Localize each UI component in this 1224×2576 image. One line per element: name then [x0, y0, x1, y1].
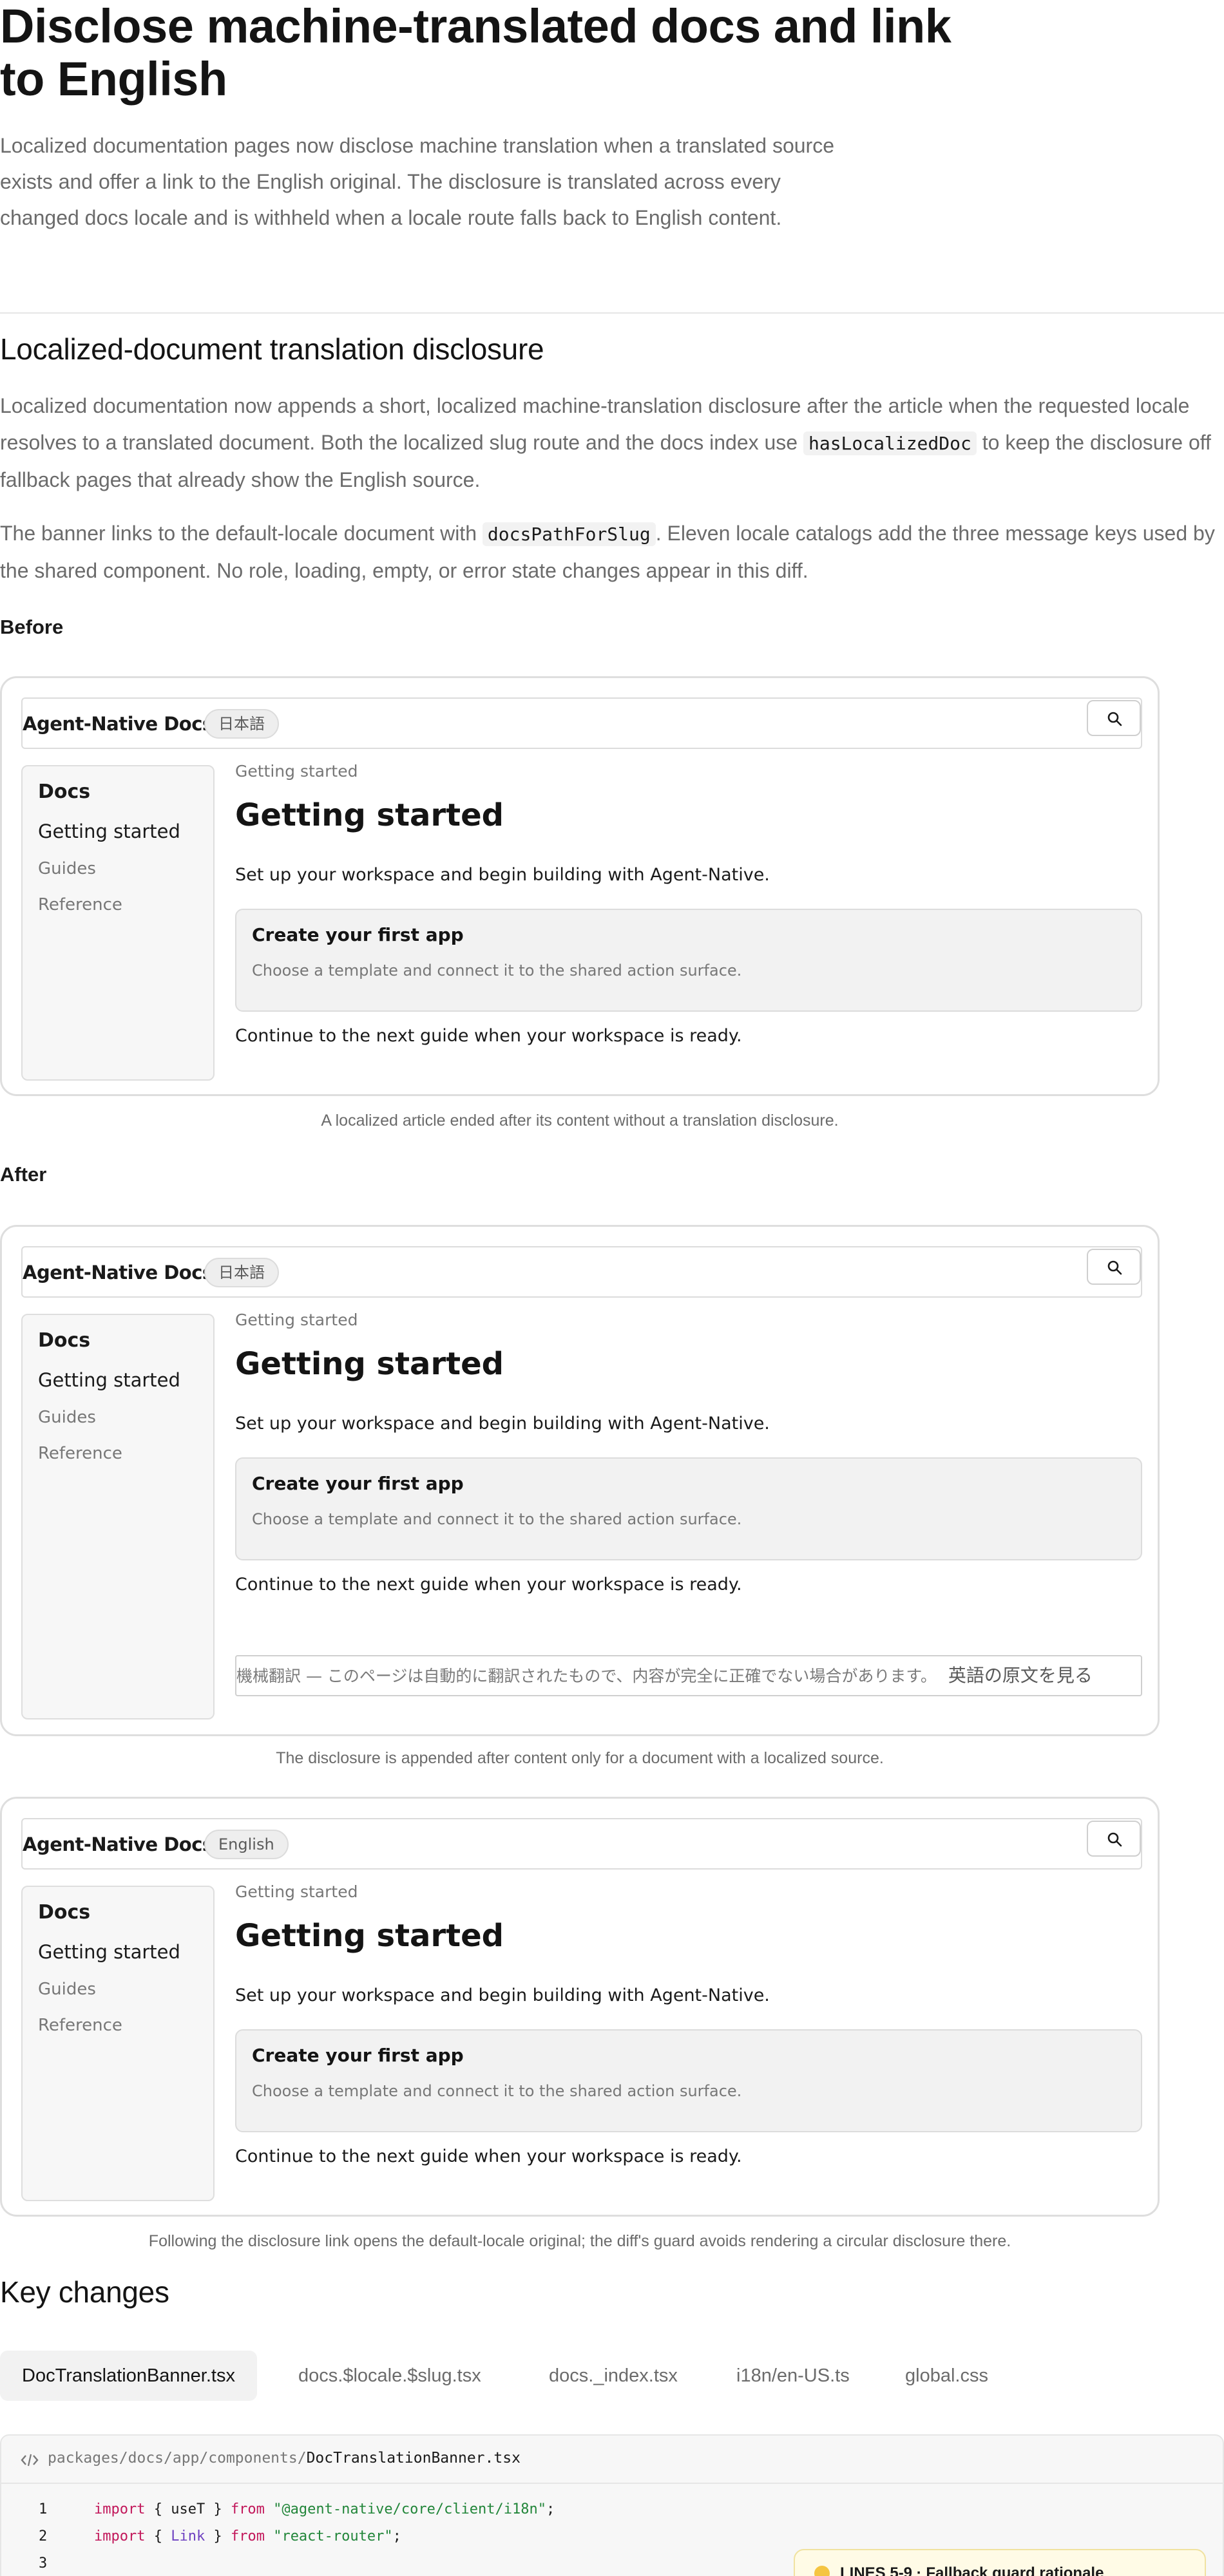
mockup-sidebar: Docs Getting started Guides Reference: [21, 1314, 215, 1719]
doc-title: Getting started: [235, 1346, 504, 1382]
mockup-after-localized: Agent-Native Docs 日本語 Docs Getting start…: [0, 1225, 1160, 1736]
code-source: import { useT } from "@agent-native/core…: [94, 2501, 555, 2517]
caption-after-localized: The disclosure is appended after content…: [276, 1749, 884, 1767]
disclosure-text: 機械翻訳 — このページは自動的に翻訳されたもので、内容が完全に正確でない場合が…: [236, 1667, 937, 1685]
mockup-sidebar: Docs Getting started Guides Reference: [21, 765, 215, 1081]
after-label: After: [0, 1163, 47, 1186]
divider: [0, 312, 1224, 314]
breadcrumb[interactable]: Getting started: [235, 1882, 358, 1901]
language-pill[interactable]: 日本語: [204, 1258, 279, 1287]
search-icon: [1107, 1832, 1122, 1847]
mockup-topbar: Agent-Native Docs 日本語: [21, 697, 1142, 749]
search-icon: [1107, 1260, 1122, 1275]
sidebar-item-guides[interactable]: Guides: [38, 1980, 96, 1999]
doc-title: Getting started: [235, 797, 504, 833]
inline-code-docs-path-for-slug: docsPathForSlug: [482, 522, 656, 546]
card-description: Choose a template and connect it to the …: [252, 1510, 742, 1528]
search-button[interactable]: [1087, 1821, 1141, 1857]
disclosure-english-link[interactable]: 英語の原文を見る: [948, 1665, 1093, 1686]
doc-intro: Set up your workspace and begin building…: [235, 1985, 770, 2005]
mockup-before: Agent-Native Docs 日本語 Docs Getting start…: [0, 676, 1160, 1096]
code-icon: [21, 2454, 39, 2467]
key-changes-heading: Key changes: [0, 2275, 169, 2309]
page-lede: Localized documentation pages now disclo…: [0, 134, 834, 229]
page-title: Disclose machine-translated docs and lin…: [0, 0, 951, 106]
mockup-topbar: Agent-Native Docs English: [21, 1818, 1142, 1870]
sidebar-item-reference[interactable]: Reference: [38, 2016, 122, 2035]
warning-dot-icon: [814, 2566, 830, 2576]
section-paragraph-1: Localized documentation now appends a sh…: [0, 394, 1211, 491]
doc-next: Continue to the next guide when your wor…: [235, 1026, 742, 1046]
card-title: Create your first app: [252, 2045, 464, 2066]
code-line: 1 import { useT } from "@agent-native/co…: [1, 2496, 1223, 2523]
mockup-after-english: Agent-Native Docs English Docs Getting s…: [0, 1797, 1160, 2217]
sidebar-heading: Docs: [38, 1901, 91, 1924]
doc-next: Continue to the next guide when your wor…: [235, 1575, 742, 1595]
before-label: Before: [0, 616, 64, 638]
sidebar-item-guides[interactable]: Guides: [38, 859, 96, 878]
sidebar-heading: Docs: [38, 1329, 91, 1352]
doc-next: Continue to the next guide when your wor…: [235, 2146, 742, 2166]
breadcrumb[interactable]: Getting started: [235, 1311, 358, 1329]
tab-doc-translation-banner[interactable]: DocTranslationBanner.tsx: [0, 2351, 257, 2401]
card-title: Create your first app: [252, 1473, 464, 1494]
sidebar-item-guides[interactable]: Guides: [38, 1408, 96, 1427]
doc-card[interactable]: Create your first app Choose a template …: [235, 909, 1142, 1012]
tab-global-css[interactable]: global.css: [905, 2351, 988, 2401]
card-description: Choose a template and connect it to the …: [252, 2082, 742, 2100]
sidebar-heading: Docs: [38, 781, 91, 803]
search-icon: [1107, 712, 1122, 726]
line-number: 1: [39, 2501, 48, 2517]
card-description: Choose a template and connect it to the …: [252, 961, 742, 980]
file-path: packages/docs/app/components/DocTranslat…: [48, 2450, 521, 2467]
sidebar-item-getting-started[interactable]: Getting started: [38, 1941, 180, 1963]
card-title: Create your first app: [252, 924, 464, 945]
inline-code-has-localized-doc: hasLocalizedDoc: [803, 431, 977, 455]
tab-i18n-en-us[interactable]: i18n/en-US.ts: [736, 2351, 850, 2401]
search-button[interactable]: [1087, 700, 1141, 736]
code-source: import { Link } from "react-router";: [94, 2528, 401, 2544]
mockup-brand[interactable]: Agent-Native Docs: [23, 1262, 213, 1283]
mockup-topbar: Agent-Native Docs 日本語: [21, 1246, 1142, 1298]
sidebar-item-getting-started[interactable]: Getting started: [38, 1369, 180, 1391]
doc-card[interactable]: Create your first app Choose a template …: [235, 1457, 1142, 1560]
doc-intro: Set up your workspace and begin building…: [235, 865, 770, 885]
search-button[interactable]: [1087, 1249, 1141, 1285]
mockup-brand[interactable]: Agent-Native Docs: [23, 713, 213, 735]
caption-after-english: Following the disclosure link opens the …: [148, 2232, 1011, 2250]
caption-before: A localized article ended after its cont…: [321, 1112, 839, 1130]
language-pill[interactable]: English: [204, 1830, 289, 1859]
sidebar-item-reference[interactable]: Reference: [38, 1444, 122, 1463]
annotation-chip[interactable]: LINES 5-9 · Fallback guard rationale: [794, 2549, 1206, 2576]
file-name: DocTranslationBanner.tsx: [306, 2450, 521, 2467]
file-tabs: DocTranslationBanner.tsx docs.$locale.$s…: [0, 2351, 1224, 2401]
sidebar-item-reference[interactable]: Reference: [38, 895, 122, 914]
breadcrumb[interactable]: Getting started: [235, 762, 358, 781]
section-heading: Localized-document translation disclosur…: [0, 332, 544, 366]
tab-docs-index[interactable]: docs._index.tsx: [549, 2351, 678, 2401]
sidebar-item-getting-started[interactable]: Getting started: [38, 820, 180, 842]
translation-disclosure: 機械翻訳 — このページは自動的に翻訳されたもので、内容が完全に正確でない場合が…: [235, 1655, 1142, 1696]
annotation-label: LINES 5-9 · Fallback guard rationale: [840, 2564, 1104, 2576]
code-file-header: packages/docs/app/components/DocTranslat…: [1, 2436, 1223, 2484]
mockup-sidebar: Docs Getting started Guides Reference: [21, 1886, 215, 2201]
section-paragraph-2: The banner links to the default-locale d…: [0, 522, 1215, 582]
tab-docs-locale-slug[interactable]: docs.$locale.$slug.tsx: [298, 2351, 481, 2401]
code-line: 2 import { Link } from "react-router";: [1, 2523, 1223, 2550]
doc-title: Getting started: [235, 1918, 504, 1954]
doc-card[interactable]: Create your first app Choose a template …: [235, 2029, 1142, 2132]
language-pill[interactable]: 日本語: [204, 709, 279, 739]
doc-intro: Set up your workspace and begin building…: [235, 1414, 770, 1434]
line-number: 3: [39, 2555, 48, 2571]
mockup-brand[interactable]: Agent-Native Docs: [23, 1833, 213, 1855]
line-number: 2: [39, 2528, 48, 2544]
